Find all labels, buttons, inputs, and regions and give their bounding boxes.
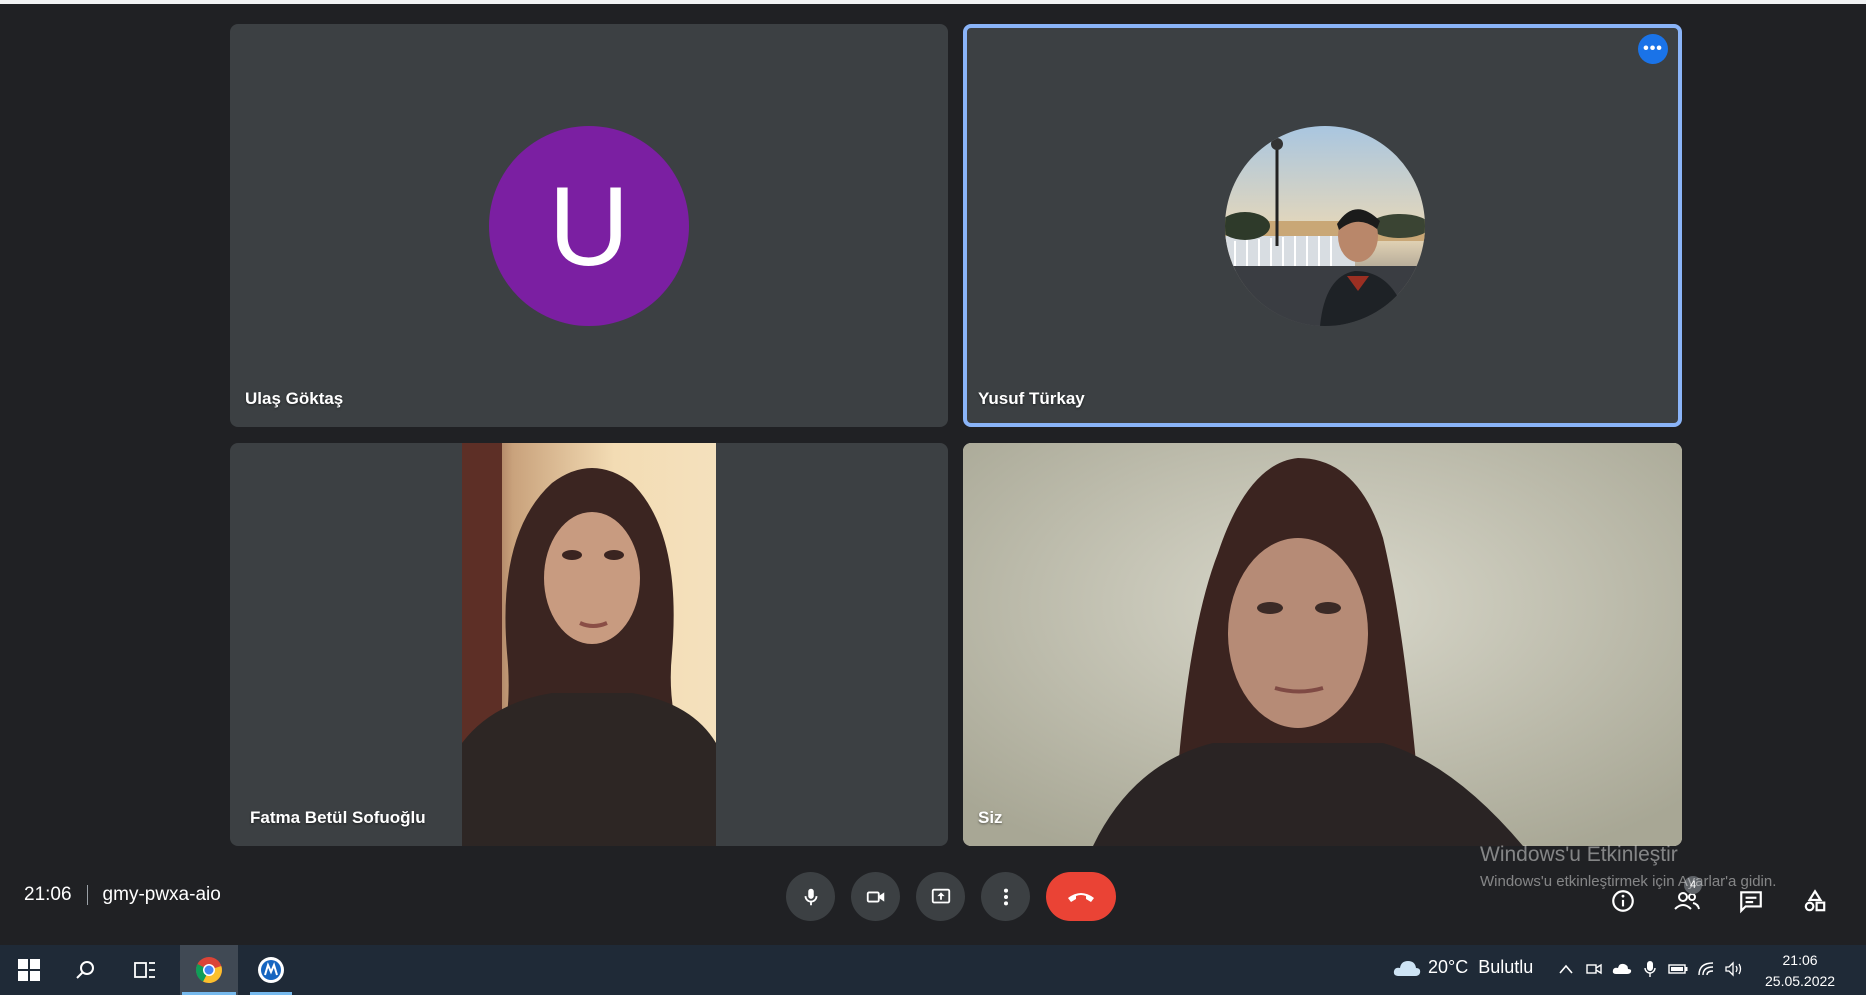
- host-controls-button[interactable]: [1858, 880, 1866, 922]
- meeting-code[interactable]: gmy-pwxa-aio: [103, 884, 221, 906]
- taskbar-clock[interactable]: 21:06 25.05.2022: [1765, 950, 1835, 992]
- tray-battery[interactable]: [1668, 958, 1688, 980]
- present-screen-icon: [931, 888, 950, 903]
- volume-icon: [1725, 961, 1742, 977]
- microphone-button[interactable]: [786, 872, 835, 921]
- taskbar-search-button[interactable]: [56, 945, 114, 995]
- participant-video: [462, 443, 716, 846]
- tray-meet-now[interactable]: [1584, 958, 1604, 980]
- self-video: [963, 443, 1682, 846]
- weather-description: Bulutlu: [1478, 957, 1534, 977]
- clock-time: 21:06: [1782, 952, 1818, 968]
- cloud-icon: [1393, 960, 1421, 976]
- participant-tile-fatma[interactable]: Fatma Betül Sofuoğlu: [230, 443, 948, 846]
- more-options-menu-button[interactable]: [981, 872, 1030, 921]
- participant-name: Yusuf Türkay: [978, 389, 1085, 408]
- video-camera-icon: [866, 891, 884, 902]
- participant-count-badge: 4: [1684, 876, 1702, 894]
- search-icon: [76, 961, 94, 979]
- info-icon: [1612, 890, 1634, 912]
- taskbar-app[interactable]: [242, 945, 300, 995]
- clock-date: 25.05.2022: [1765, 973, 1836, 989]
- separator: [86, 885, 88, 905]
- self-video-frame: [963, 443, 1682, 846]
- participant-tile-yusuf[interactable]: ••• Yusuf Türkay: [963, 24, 1682, 427]
- participant-tile-self[interactable]: Siz: [963, 443, 1682, 846]
- chrome-icon: [195, 957, 222, 984]
- tray-microphone[interactable]: [1640, 958, 1660, 980]
- video-frame: [462, 443, 716, 846]
- weather-temperature: 20°C: [1428, 957, 1469, 977]
- tray-wifi[interactable]: [1696, 958, 1716, 980]
- activities-icon: [1804, 889, 1826, 912]
- side-panel-controls: 4: [1602, 876, 1866, 922]
- task-view-icon: [134, 962, 155, 978]
- more-vert-icon: [1003, 888, 1008, 905]
- people-button[interactable]: 4: [1666, 876, 1708, 922]
- onedrive-cloud-icon: [1612, 963, 1632, 974]
- weather-widget[interactable]: 20°C Bulutlu: [1392, 957, 1533, 978]
- microphone-icon: [1644, 961, 1656, 977]
- tray-onedrive[interactable]: [1612, 958, 1632, 980]
- activities-button[interactable]: [1794, 880, 1836, 922]
- battery-icon: [1668, 964, 1688, 974]
- taskbar-chrome[interactable]: [180, 945, 238, 995]
- participant-name: Siz: [978, 808, 1003, 827]
- avatar-photo-image: [1225, 126, 1425, 326]
- windows-taskbar: 20°C Bulutlu 21:06 25.05.2022: [0, 945, 1866, 995]
- chat-icon: [1740, 891, 1762, 914]
- participant-avatar: U: [489, 126, 689, 326]
- meet-now-icon: [1586, 963, 1602, 975]
- meet-window: U Ulaş Göktaş ••• Yusuf Türkay Fatma Bet…: [0, 0, 1866, 995]
- tray-volume[interactable]: [1724, 958, 1744, 980]
- meeting-time: 21:06: [24, 884, 72, 905]
- chat-button[interactable]: [1730, 880, 1772, 922]
- more-options-button[interactable]: •••: [1638, 34, 1668, 64]
- participant-name: Fatma Betül Sofuoğlu: [250, 808, 426, 827]
- participant-name: Ulaş Göktaş: [245, 389, 344, 408]
- hang-up-icon: [1068, 892, 1094, 902]
- app-icon: [258, 957, 284, 983]
- start-button[interactable]: [0, 945, 58, 995]
- microphone-icon: [804, 888, 817, 905]
- participant-avatar-photo: [1225, 126, 1425, 326]
- top-border: [0, 0, 1866, 4]
- meeting-info: 21:06 gmy-pwxa-aio: [24, 884, 221, 906]
- wifi-icon: [1698, 962, 1714, 976]
- windows-logo-icon: [18, 959, 40, 981]
- chevron-up-icon: [1559, 964, 1573, 974]
- system-tray: [1556, 958, 1744, 980]
- camera-button[interactable]: [851, 872, 900, 921]
- meeting-details-button[interactable]: [1602, 880, 1644, 922]
- leave-call-button[interactable]: [1046, 872, 1116, 921]
- task-view-button[interactable]: [116, 945, 174, 995]
- participant-tile-ulas[interactable]: U Ulaş Göktaş: [230, 24, 948, 427]
- show-hidden-icons-button[interactable]: [1556, 958, 1576, 980]
- meeting-control-bar: 21:06 gmy-pwxa-aio 4: [0, 860, 1866, 944]
- present-screen-button[interactable]: [916, 872, 965, 921]
- call-controls: [786, 872, 1116, 921]
